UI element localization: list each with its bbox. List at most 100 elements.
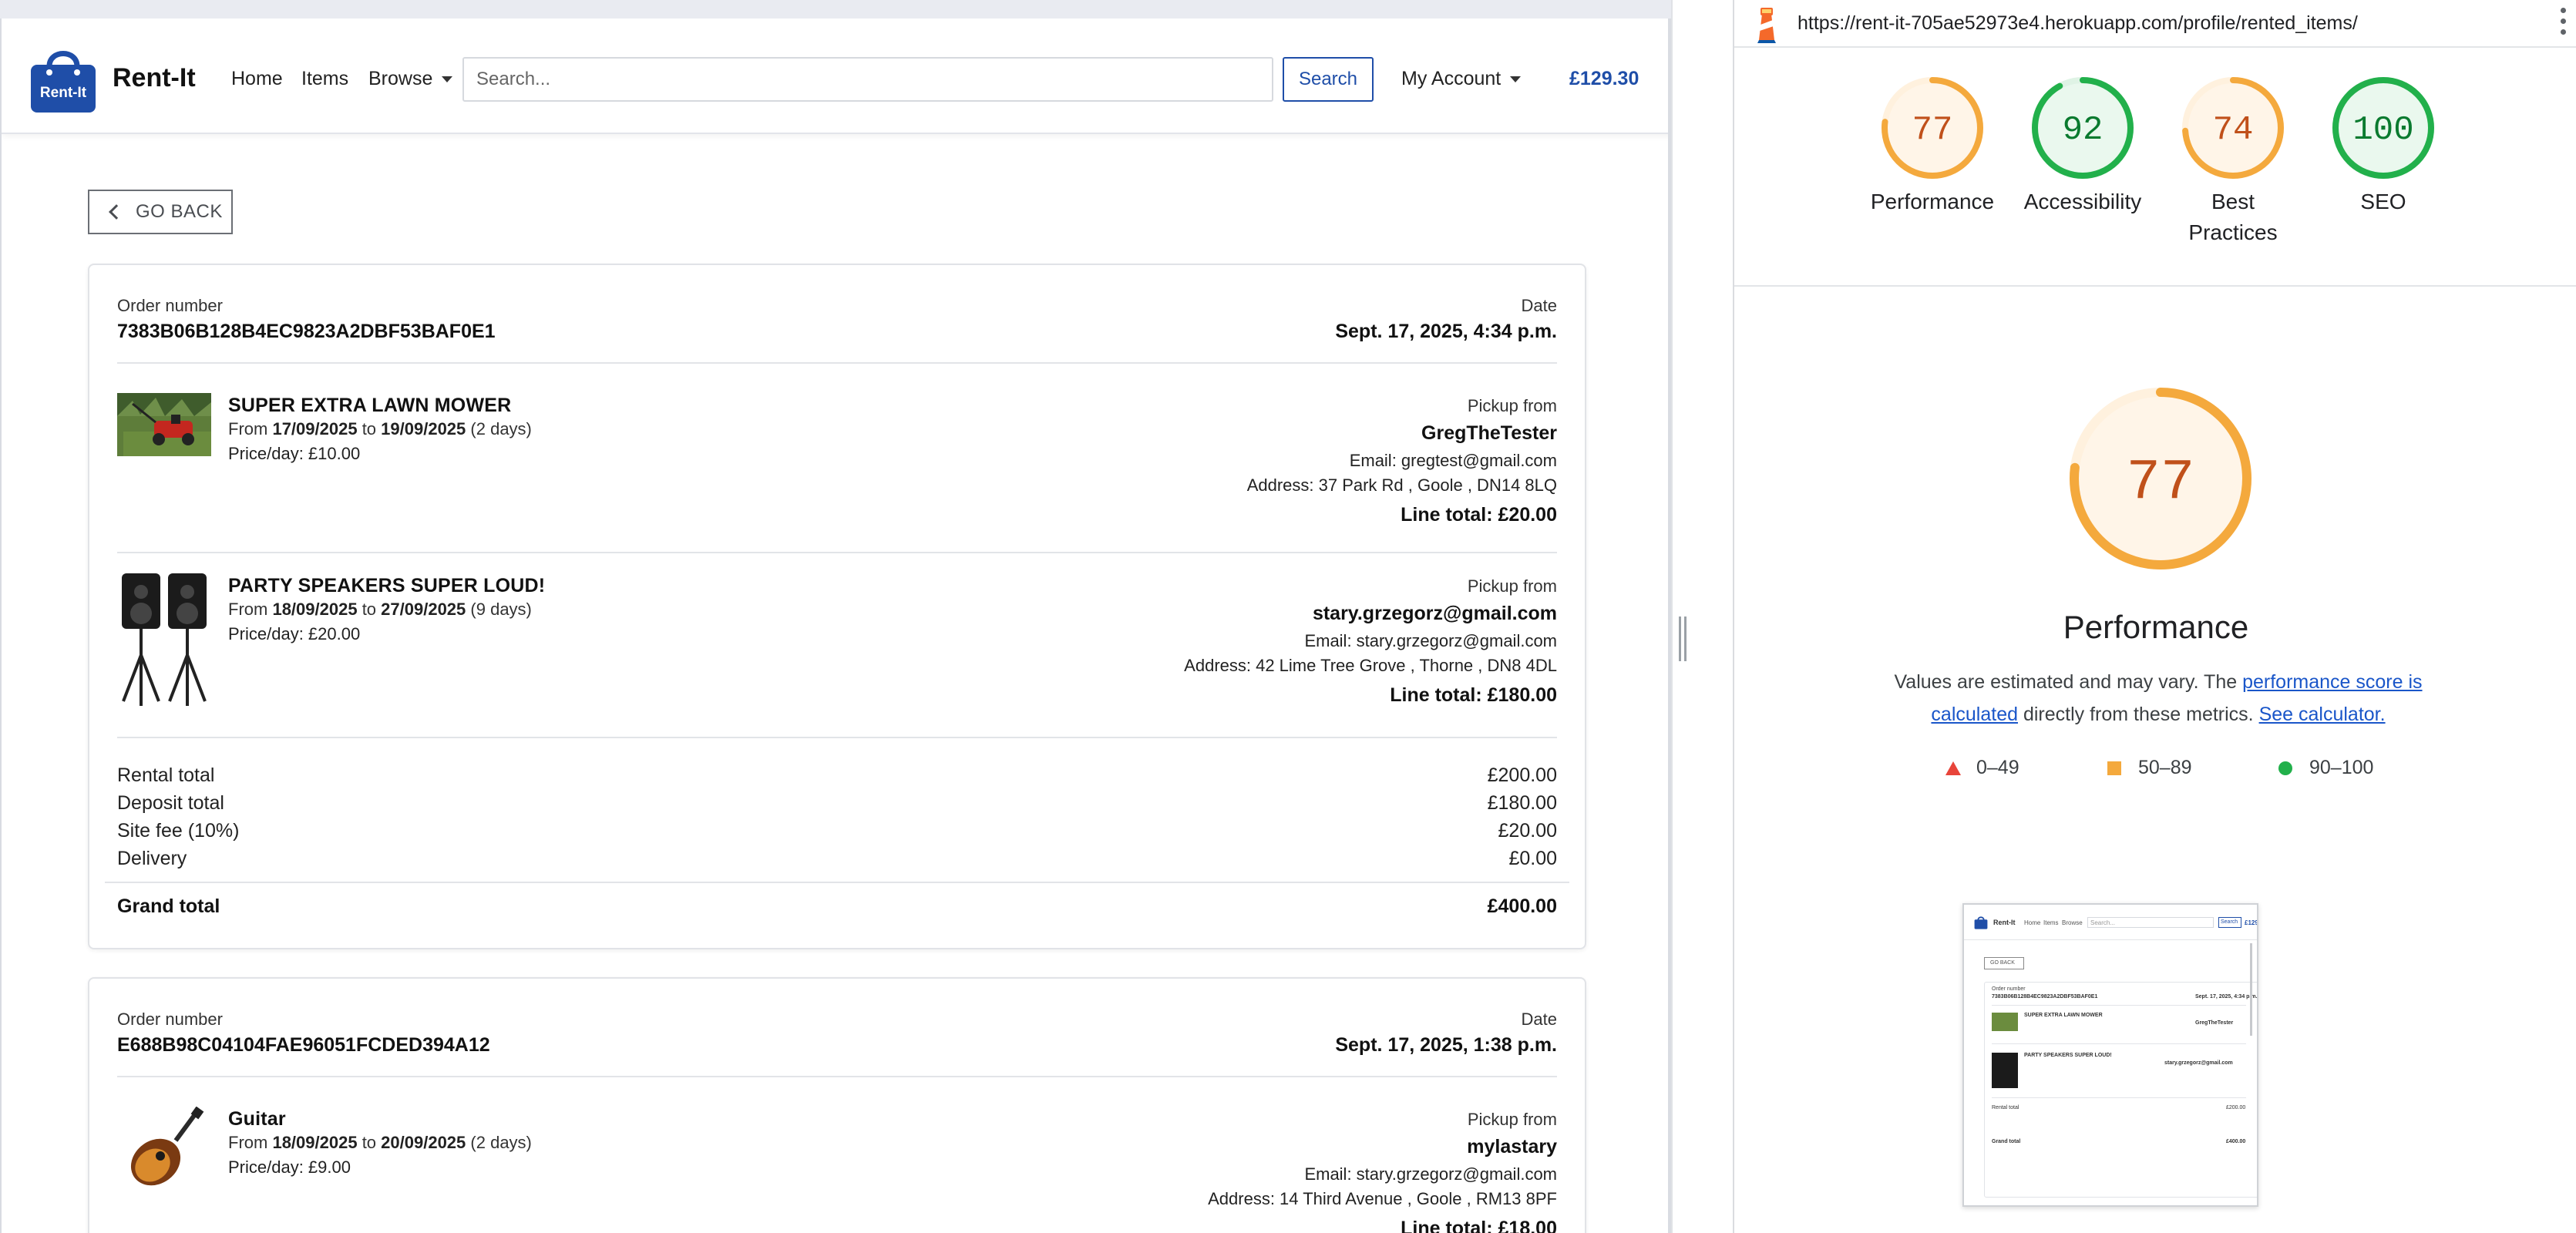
thumbnail-speakers-image [1992,1053,2018,1088]
deposit-total-row: Deposit total £180.00 [117,792,1557,814]
grand-total-row: Grand total £400.00 [117,895,1557,917]
drag-handle-icon[interactable] [1679,616,1687,661]
line-total: Line total: £20.00 [1401,504,1557,526]
thumbnail-balance: £129.30 [2245,919,2258,926]
thumbnail-owner: GregTheTester [2195,1020,2234,1026]
brand-name[interactable]: Rent-It [113,63,196,93]
green-circle-icon [2278,761,2292,775]
item-name[interactable]: SUPER EXTRA LAWN MOWER [228,395,511,417]
gauge-label: Performance [1870,190,1995,213]
performance-description: Values are estimated and may vary. The p… [1894,671,2423,725]
order-card: Order number 7383B06B128B4EC9823A2DBF53B… [88,264,1586,949]
owner-email: Email: stary.grzegorz@gmail.com [1304,1164,1557,1184]
report-url[interactable]: https://rent-it-705ae52973e4.herokuapp.c… [1797,12,2358,35]
thumbnail-scrollbar [2250,943,2252,1036]
pickup-info: Pickup from stary.grzegorz@gmail.com Ema… [1184,575,1557,712]
item-name[interactable]: PARTY SPEAKERS SUPER LOUD! [228,575,545,597]
chevron-left-icon [109,204,124,220]
top-navbar: Rent-It Rent-It Home Items Browse Search… [2,18,1671,134]
thumbnail-grand-total: Grand total [1992,1139,2021,1144]
report-url-bar: https://rent-it-705ae52973e4.herokuapp.c… [1734,0,2576,48]
go-back-label: GO BACK [136,201,223,222]
thumbnail-rental-total-value: £200.00 [2226,1105,2246,1110]
thumbnail-nav-home: Home [2024,919,2041,926]
owner-address: Address: 42 Lime Tree Grove , Thorne , D… [1184,656,1557,675]
account-balance[interactable]: £129.30 [1569,68,1639,90]
item-rental-dates: From 18/09/2025 to 27/09/2025 (9 days) [228,600,532,619]
thumbnail-brand: Rent-It [1993,919,2016,926]
divider [117,1076,1557,1077]
thumbnail-mower-image [1992,1013,2018,1031]
red-triangle-icon [1945,761,1961,775]
my-account-dropdown[interactable]: My Account [1401,68,1522,90]
go-back-button[interactable]: GO BACK [88,190,233,234]
nav-home-link[interactable]: Home [231,68,283,90]
score-ring-best-practices: 74 [2182,77,2284,179]
score-ring-seo: 100 [2332,77,2434,179]
see-calculator-link[interactable]: See calculator. [2259,704,2386,725]
orange-square-icon [2107,761,2121,775]
order-date: Sept. 17, 2025, 4:34 p.m. [1335,321,1557,342]
performance-title: Performance [2063,609,2249,645]
owner-name: stary.grzegorz@gmail.com [1312,603,1557,624]
item-name[interactable]: Guitar [228,1108,286,1131]
owner-email: Email: stary.grzegorz@gmail.com [1304,631,1557,650]
item-rental-dates: From 18/09/2025 to 20/09/2025 (2 days) [228,1133,532,1152]
gauge-label: Best Practices [2188,190,2278,244]
caret-down-icon [1510,76,1522,83]
order-date-label: Date [1521,296,1557,315]
nav-items-link[interactable]: Items [301,68,348,90]
gauge-performance[interactable]: 77 Performance [1859,74,2006,217]
gauge-accessibility[interactable]: 92 Accessibility [2009,74,2156,217]
line-total: Line total: £180.00 [1390,684,1557,706]
order-date: Sept. 17, 2025, 1:38 p.m. [1335,1034,1557,1056]
pickup-label: Pickup from [1467,396,1557,415]
thumbnail-divider [1992,1097,2246,1098]
pickup-label: Pickup from [1467,576,1557,596]
gauge-best-practices[interactable]: 74 Best Practices [2160,74,2306,248]
site-fee-row: Site fee (10%) £20.00 [117,820,1557,842]
search-button[interactable]: Search [1283,57,1374,102]
order-number-label: Order number [117,296,223,315]
legend-fail: 0–49 [1945,757,2019,779]
pickup-info: Pickup from GregTheTester Email: gregtes… [1247,395,1557,532]
lawn-mower-image [117,393,211,456]
more-options-icon[interactable] [2561,8,2567,40]
rent-it-page: Rent-It Rent-It Home Items Browse Search… [0,18,1671,1233]
svg-text:77: 77 [2127,451,2195,516]
gauge-seo[interactable]: 100 SEO [2310,74,2457,217]
order-number: 7383B06B128B4EC9823A2DBF53BAF0E1 [117,321,496,342]
thumbnail-order-number-label: Order number [1992,986,2026,992]
thumbnail-go-back-label: GO BACK [1990,960,2015,966]
search-input[interactable] [462,57,1273,102]
owner-name: GregTheTester [1421,422,1557,444]
pickup-info: Pickup from mylastary Email: stary.grzeg… [1208,1108,1557,1233]
thumbnail-rental-total: Rental total [1992,1105,2019,1110]
nav-browse-label: Browse [368,68,433,89]
item-price-per-day: Price/day: £9.00 [228,1157,351,1177]
thumbnail-search-label: Search [2221,919,2238,925]
item-rental-dates: From 17/09/2025 to 19/09/2025 (2 days) [228,419,532,438]
nav-browse-dropdown[interactable]: Browse [368,68,453,90]
owner-name: mylastary [1467,1136,1557,1157]
party-speakers-image [117,570,211,707]
svg-text:100: 100 [2352,111,2413,150]
divider [105,882,1569,883]
order-number-label: Order number [117,1010,223,1029]
thumbnail-nav-browse: Browse [2062,919,2083,926]
thumbnail-navbar: Rent-It Home Items Browse Search... Sear… [1964,905,2257,940]
thumbnail-item-name: PARTY SPEAKERS SUPER LOUD! [2024,1053,2112,1058]
item-price-per-day: Price/day: £10.00 [228,444,361,463]
order-card: Order number E688B98C04104FAE96051FCDED3… [88,977,1586,1233]
gauge-label: Accessibility [2023,190,2142,213]
thumbnail-order-number: 7383B06B128B4EC9823A2DBF53BAF0E1 [1992,994,2098,1000]
thumbnail-search-placeholder: Search... [2090,919,2116,926]
pickup-label: Pickup from [1467,1110,1557,1129]
thumbnail-logo-icon [1974,916,1988,929]
thumbnail-item-name: SUPER EXTRA LAWN MOWER [2024,1013,2103,1018]
brand-logo-icon[interactable]: Rent-It [28,45,99,114]
app-viewport: Rent-It Rent-It Home Items Browse Search… [0,0,1671,1233]
order-number: E688B98C04104FAE96051FCDED394A12 [117,1034,490,1056]
page-screenshot-thumbnail[interactable]: Rent-It Home Items Browse Search... Sear… [1962,903,2258,1207]
panel-splitter[interactable] [1671,0,1733,1233]
